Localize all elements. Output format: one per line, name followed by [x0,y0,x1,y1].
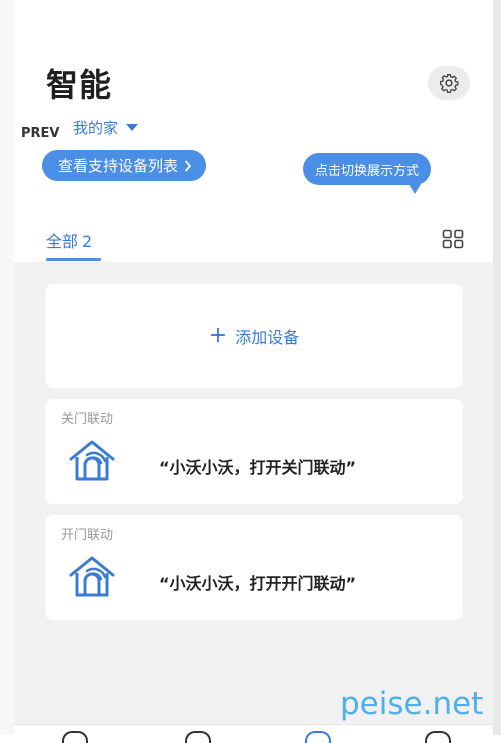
scene-card[interactable]: 开门联动 “小沃小沃，打开开门联动” [45,515,463,620]
prev-label[interactable]: PREV [21,126,59,141]
tab-all-label: 全部 [46,232,79,251]
home-selector[interactable]: 我的家 [73,117,139,138]
device-list-label: 查看支持设备列表 [58,157,179,175]
tab-active-indicator [46,258,101,261]
nav-tab-icon[interactable] [305,731,331,743]
scene-card[interactable]: 关门联动 “小沃小沃，打开关门联动” [45,399,463,504]
scene-command: “小沃小沃，打开关门联动” [159,458,357,477]
left-edge [0,0,14,735]
chevron-right-icon [185,160,191,171]
caret-down-icon [126,124,139,131]
settings-button[interactable] [428,66,470,100]
plus-icon: + [208,323,228,348]
add-device-label: 添加设备 [235,328,300,347]
watermark: peise.net [340,686,484,722]
scene-name: 开门联动 [61,528,114,543]
scene-name: 关门联动 [61,412,114,427]
view-mode-tooltip: 点击切换展示方式 [303,153,432,194]
tab-all-count: 2 [82,232,93,251]
gear-icon [440,74,459,93]
smart-home-icon [69,556,115,597]
device-list-button[interactable]: 查看支持设备列表 [42,150,207,181]
home-name: 我的家 [73,119,119,137]
smart-home-icon [69,440,115,481]
right-edge [493,0,501,735]
add-device-button[interactable]: + 添加设备 [45,284,463,388]
nav-tab-icon[interactable] [425,731,451,743]
scene-command: “小沃小沃，打开开门联动” [159,574,357,593]
tab-all[interactable]: 全部 2 [46,228,92,252]
nav-tab-icon[interactable] [185,731,211,743]
page-title: 智能 [46,66,113,104]
nav-tab-icon[interactable] [62,731,88,743]
grid-view-icon[interactable] [442,229,464,249]
